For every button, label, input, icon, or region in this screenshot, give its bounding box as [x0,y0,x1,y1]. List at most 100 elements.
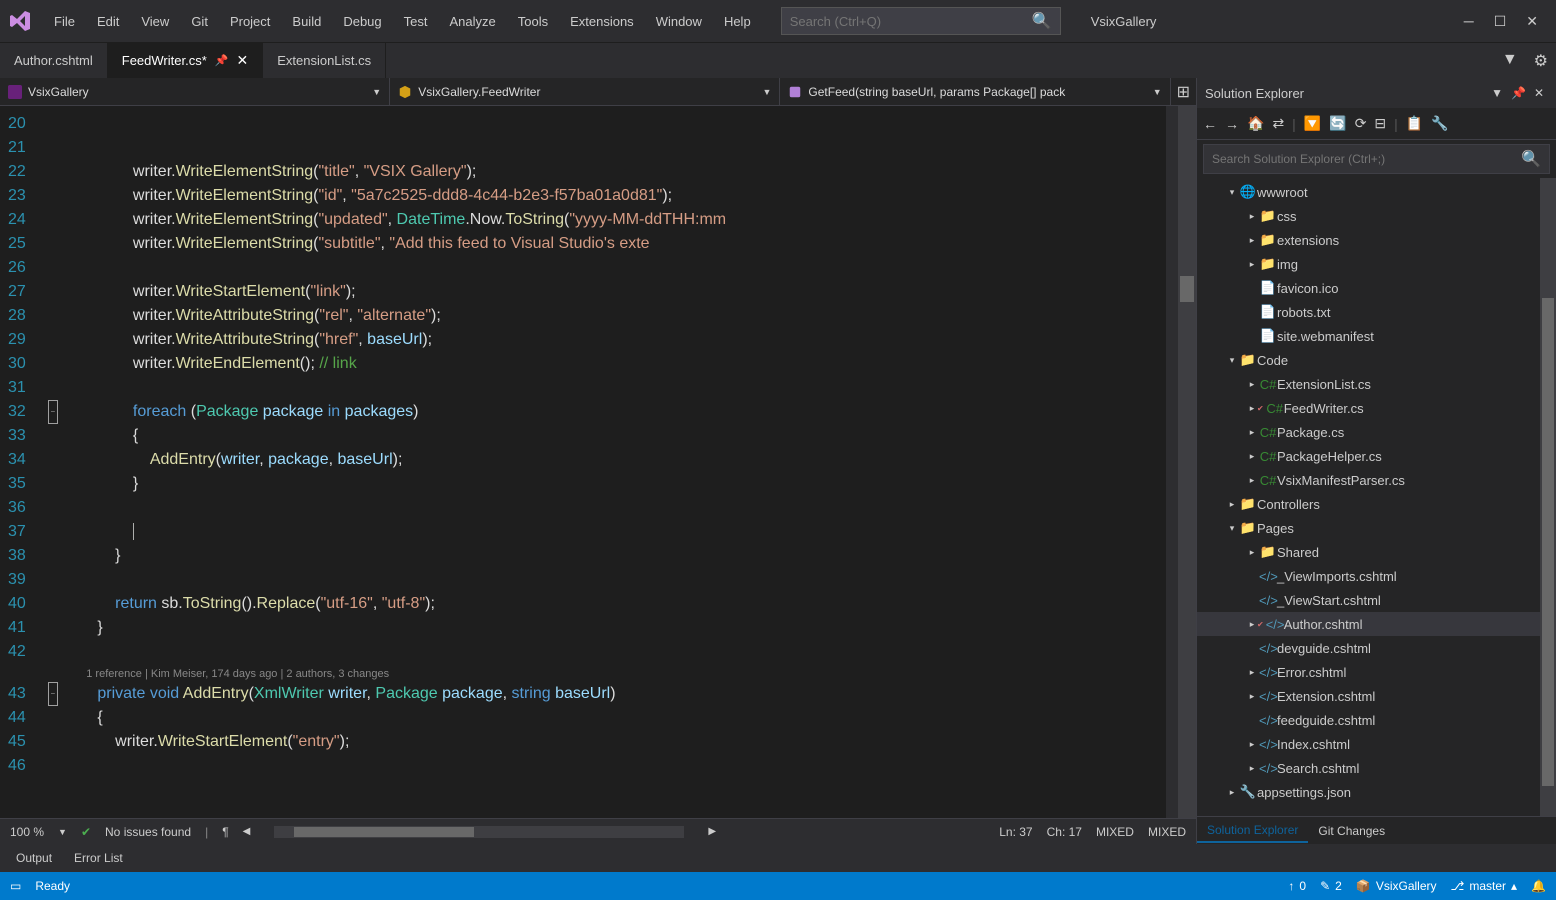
tree-item-error-cshtml[interactable]: ▸</>Error.cshtml [1197,660,1556,684]
menu-analyze[interactable]: Analyze [439,10,505,33]
menu-test[interactable]: Test [394,10,438,33]
side-tab-git-changes[interactable]: Git Changes [1308,820,1395,842]
tree-item--viewimports-cshtml[interactable]: </>_ViewImports.cshtml [1197,564,1556,588]
nav-dropdown-project[interactable]: VsixGallery▼ [0,78,390,105]
code-content[interactable]: writer.WriteElementString("title", "VSIX… [62,106,1166,818]
expand-icon[interactable]: ▸ [1245,235,1259,246]
expand-icon[interactable]: ▸ [1245,427,1259,438]
expand-icon[interactable]: ▸ [1245,547,1259,558]
panel-close-icon[interactable]: ✕ [1530,86,1548,100]
sync-button[interactable]: 🔄 [1329,115,1346,132]
tree-item-img[interactable]: ▸📁img [1197,252,1556,276]
tree-item-css[interactable]: ▸📁css [1197,204,1556,228]
encoding[interactable]: MIXED [1148,825,1186,839]
tree-item-controllers[interactable]: ▸📁Controllers [1197,492,1556,516]
fold-toggle[interactable]: − [48,682,58,706]
tree-item-packagehelper-cs[interactable]: ▸C#PackageHelper.cs [1197,444,1556,468]
switch-views-button[interactable]: ⇄ [1272,115,1284,132]
close-button[interactable]: ✕ [1526,13,1538,30]
expand-icon[interactable]: ▸ [1225,499,1239,510]
tree-item-code[interactable]: ▾📁Code [1197,348,1556,372]
tree-item-pages[interactable]: ▾📁Pages [1197,516,1556,540]
fold-toggle[interactable]: − [48,400,58,424]
properties-button[interactable]: 🔧 [1431,115,1448,132]
back-button[interactable]: ← [1203,116,1217,132]
code-editor[interactable]: 2021222324252627282930313233343536373839… [0,106,1196,818]
status-branch[interactable]: ⎇ master ▴ [1451,879,1518,893]
status-publish[interactable]: ↑ 0 [1288,879,1306,893]
nav-dropdown-member[interactable]: GetFeed(string baseUrl, params Package[]… [780,78,1170,105]
tree-item-extensionlist-cs[interactable]: ▸C#ExtensionList.cs [1197,372,1556,396]
split-editor-button[interactable]: ⊞ [1171,78,1196,105]
minimize-button[interactable]: ─ [1464,13,1474,30]
cursor-line[interactable]: Ln: 37 [999,825,1032,839]
expand-icon[interactable]: ▸ [1245,739,1259,750]
solution-tree[interactable]: ▾🌐wwwroot▸📁css▸📁extensions▸📁img📄favicon.… [1197,178,1556,816]
zoom-level[interactable]: 100 % [10,825,44,839]
expand-icon[interactable]: ▸ [1245,451,1259,462]
menu-help[interactable]: Help [714,10,761,33]
menu-extensions[interactable]: Extensions [560,10,644,33]
nav-next-icon[interactable]: ▶ [708,826,716,837]
close-tab-icon[interactable]: ✕ [236,52,248,69]
tree-item-index-cshtml[interactable]: ▸</>Index.cshtml [1197,732,1556,756]
expand-icon[interactable]: ▸ [1245,379,1259,390]
line-endings[interactable]: MIXED [1096,825,1134,839]
maximize-button[interactable]: ☐ [1494,13,1507,30]
tree-item-extensions[interactable]: ▸📁extensions [1197,228,1556,252]
tree-item-package-cs[interactable]: ▸C#Package.cs [1197,420,1556,444]
expand-icon[interactable]: ▾ [1225,523,1239,534]
expand-icon[interactable]: ▸ [1245,211,1259,222]
menu-project[interactable]: Project [220,10,280,33]
tree-item-shared[interactable]: ▸📁Shared [1197,540,1556,564]
notifications-icon[interactable]: 🔔 [1531,879,1546,893]
tab-feedwriter-cs-[interactable]: FeedWriter.cs*📌✕ [108,43,263,78]
tree-item--viewstart-cshtml[interactable]: </>_ViewStart.cshtml [1197,588,1556,612]
solution-search[interactable]: 🔍 [1203,144,1550,174]
tree-item-author-cshtml[interactable]: ▸✔</>Author.cshtml [1197,612,1556,636]
menu-build[interactable]: Build [282,10,331,33]
panel-pin-icon[interactable]: 📌 [1507,86,1530,100]
menu-window[interactable]: Window [646,10,712,33]
home-button[interactable]: 🏠 [1247,115,1264,132]
tree-item-site-webmanifest[interactable]: 📄site.webmanifest [1197,324,1556,348]
minimap[interactable] [1166,106,1178,818]
tree-item-search-cshtml[interactable]: ▸</>Search.cshtml [1197,756,1556,780]
vertical-scrollbar[interactable] [1178,106,1196,818]
tree-item-feedguide-cshtml[interactable]: </>feedguide.cshtml [1197,708,1556,732]
tree-item-robots-txt[interactable]: 📄robots.txt [1197,300,1556,324]
menu-debug[interactable]: Debug [333,10,391,33]
menu-file[interactable]: File [44,10,85,33]
expand-icon[interactable]: ▸ [1245,763,1259,774]
tree-item-vsixmanifestparser-cs[interactable]: ▸C#VsixManifestParser.cs [1197,468,1556,492]
cursor-col[interactable]: Ch: 17 [1047,825,1082,839]
menu-edit[interactable]: Edit [87,10,129,33]
zoom-dropdown-icon[interactable]: ▼ [58,827,67,837]
side-tab-solution-explorer[interactable]: Solution Explorer [1197,819,1308,843]
horizontal-scrollbar[interactable] [274,826,684,838]
bottom-tab-error-list[interactable]: Error List [64,847,133,869]
forward-button[interactable]: → [1225,116,1239,132]
menu-view[interactable]: View [131,10,179,33]
menu-git[interactable]: Git [181,10,218,33]
tab-extensionlist-cs[interactable]: ExtensionList.cs [263,43,386,78]
expand-icon[interactable]: ▸ [1245,259,1259,270]
expand-icon[interactable]: ▸ [1245,691,1259,702]
refresh-button[interactable]: ⟳ [1355,115,1367,132]
solution-search-input[interactable] [1212,152,1521,166]
nav-prev-icon[interactable]: ◀ [243,826,251,837]
pin-icon[interactable]: 📌 [215,54,229,67]
panel-dropdown-icon[interactable]: ▼ [1487,86,1507,100]
tree-item-devguide-cshtml[interactable]: </>devguide.cshtml [1197,636,1556,660]
expand-icon[interactable]: ▸ [1225,787,1239,798]
search-input[interactable] [790,14,1032,29]
tree-item-favicon-ico[interactable]: 📄favicon.ico [1197,276,1556,300]
status-repo[interactable]: 📦 VsixGallery [1356,879,1437,893]
quick-search[interactable]: 🔍 [781,7,1061,35]
expand-icon[interactable]: ▸ [1245,475,1259,486]
nav-dropdown-class[interactable]: VsixGallery.FeedWriter▼ [390,78,780,105]
tree-item-wwwroot[interactable]: ▾🌐wwwroot [1197,180,1556,204]
bottom-tab-output[interactable]: Output [6,847,62,869]
tab-settings-icon[interactable]: ⚙ [1526,43,1556,78]
tree-item-extension-cshtml[interactable]: ▸</>Extension.cshtml [1197,684,1556,708]
